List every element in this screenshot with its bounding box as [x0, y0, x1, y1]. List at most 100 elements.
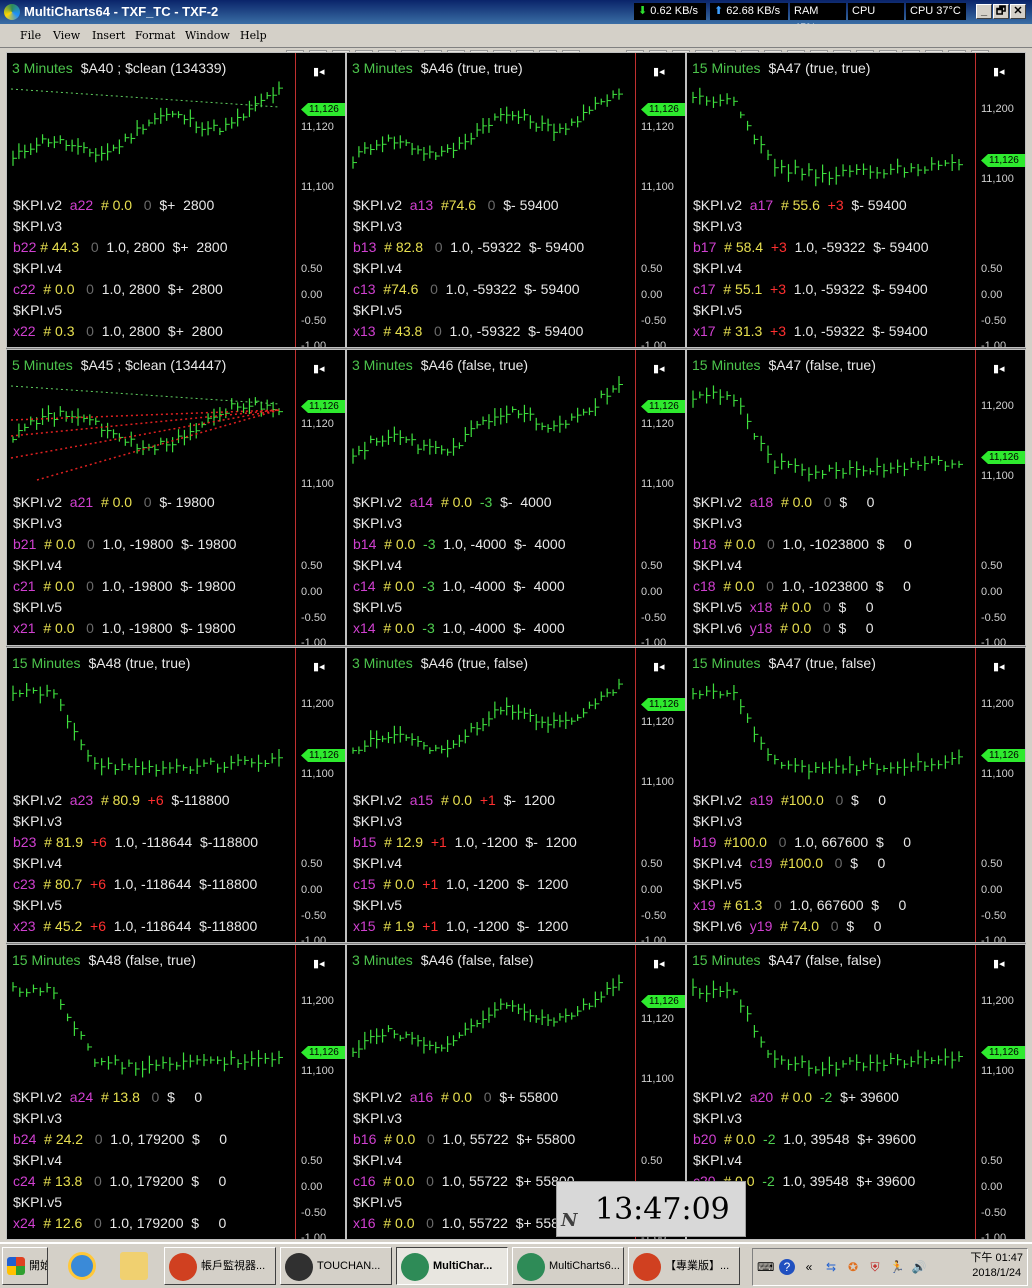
- expand-icon[interactable]: ▮◂: [653, 660, 665, 673]
- kpi-segment: $KPI.v4: [353, 557, 403, 573]
- price-chart[interactable]: [347, 648, 635, 788]
- menu-format[interactable]: Format: [135, 29, 175, 42]
- kpi-segment: 1.0, -19800 $- 19800: [93, 578, 236, 594]
- kpi-line: $KPI.v3: [353, 515, 402, 533]
- kpi-segment: 0: [754, 578, 774, 594]
- chart-pane[interactable]: 3 Minutes $A46 (false, true) ▮◂ 11,126 11,12…: [346, 349, 686, 646]
- price-scale-divider: [295, 53, 296, 347]
- expand-icon[interactable]: ▮◂: [653, 65, 665, 78]
- chart-pane[interactable]: 15 Minutes $A47 (true, true) ▮◂ 11,200 11,12…: [686, 52, 1026, 348]
- chart-pane[interactable]: 3 Minutes $A46 (true, true) ▮◂ 11,126 11,120…: [346, 52, 686, 348]
- keyboard-icon[interactable]: ⌨: [757, 1259, 774, 1275]
- kpi-line: $KPI.v3: [693, 218, 742, 236]
- kpi-segment: # 12.6: [35, 1215, 83, 1231]
- price-chart[interactable]: [7, 53, 295, 193]
- taskbar-button[interactable]: MultiCharts6...: [512, 1247, 624, 1285]
- expand-icon[interactable]: ▮◂: [993, 660, 1005, 673]
- kpi-segment: 1.0, 55722 $+ 55800: [434, 1131, 576, 1147]
- app-icon[interactable]: [4, 4, 20, 20]
- expand-icon[interactable]: ▮◂: [653, 362, 665, 375]
- price-chart[interactable]: [347, 350, 635, 490]
- tray-clock[interactable]: 下午 01:47 2018/1/24: [970, 1251, 1023, 1281]
- expand-icon[interactable]: ▮◂: [993, 362, 1005, 375]
- price-chart[interactable]: [687, 53, 975, 193]
- sub-tick-bottom: -1.00: [641, 340, 667, 348]
- chart-pane[interactable]: 5 Minutes $A45 ; $clean (134447) ▮◂ 11,126 1…: [6, 349, 346, 646]
- chart-pane[interactable]: 3 Minutes $A46 (true, false) ▮◂ 11,126 11,12…: [346, 647, 686, 943]
- chart-pane[interactable]: 15 Minutes $A47 (true, false) ▮◂ 11,200 11,1…: [686, 647, 1026, 943]
- start-button[interactable]: 開始: [2, 1247, 48, 1285]
- kpi-segment: 0: [83, 1131, 103, 1147]
- chart-pane[interactable]: 15 Minutes $A48 (false, true) ▮◂ 11,200 11,1…: [6, 944, 346, 1240]
- kpi-segment: $- 1200: [495, 792, 555, 808]
- taskbar-button[interactable]: TOUCHAN...: [280, 1247, 392, 1285]
- sub-tick-top: 0.50: [641, 560, 663, 572]
- chart-pane[interactable]: 15 Minutes $A48 (true, true) ▮◂ 11,200 11,12…: [6, 647, 346, 943]
- kpi-line: $KPI.v3: [13, 515, 62, 533]
- kpi-segment: # 82.8: [376, 239, 424, 255]
- kpi-line: $KPI.v2 a17 # 55.6 +3 $- 59400: [693, 197, 907, 215]
- kpi-segment: 0: [476, 197, 496, 213]
- kpi-line: $KPI.v5: [13, 1194, 62, 1212]
- kpi-segment: # 0.0: [93, 494, 133, 510]
- taskbar-button[interactable]: 【專業版】...: [628, 1247, 740, 1285]
- expand-icon[interactable]: «: [801, 1259, 817, 1275]
- price-chart[interactable]: [7, 648, 295, 788]
- taskbar-button[interactable]: MultiChar...: [396, 1247, 508, 1285]
- expand-icon[interactable]: ▮◂: [993, 957, 1005, 970]
- expand-icon[interactable]: ▮◂: [653, 957, 665, 970]
- kpi-segment: $KPI.v6: [693, 918, 743, 934]
- expand-icon[interactable]: ▮◂: [313, 65, 325, 78]
- last-price-tag: 11,126: [301, 103, 345, 116]
- kpi-segment: $KPI.v2: [13, 494, 63, 510]
- kpi-segment: 0: [823, 855, 843, 871]
- sub-tick-low: -0.50: [981, 612, 1007, 624]
- price-chart[interactable]: [347, 945, 635, 1085]
- menu-window[interactable]: Window: [185, 29, 230, 42]
- shield-icon[interactable]: ⛨: [867, 1259, 883, 1275]
- kpi-segment: # 12.9: [376, 834, 424, 850]
- help-icon[interactable]: ?: [779, 1259, 795, 1275]
- kpi-line: $KPI.v2 a20 # 0.0 -2 $+ 39600: [693, 1089, 899, 1107]
- kpi-segment: 0: [762, 897, 782, 913]
- chart-pane[interactable]: 3 Minutes $A40 ; $clean (134339) ▮◂ 11,126 1…: [6, 52, 346, 348]
- price-chart[interactable]: [687, 945, 975, 1085]
- minimize-button[interactable]: _: [976, 4, 992, 19]
- kpi-segment: # 0.0: [433, 494, 473, 510]
- taskbar-button[interactable]: 帳戶監視器...: [164, 1247, 276, 1285]
- sub-tick-low: -0.50: [301, 315, 327, 327]
- expand-icon[interactable]: ▮◂: [313, 660, 325, 673]
- kpi-segment: #74.6: [433, 197, 476, 213]
- network-icon[interactable]: ⇆: [823, 1259, 839, 1275]
- ie-quicklaunch[interactable]: [60, 1247, 104, 1285]
- person-icon[interactable]: 🏃: [889, 1259, 905, 1275]
- kpi-segment: $KPI.v3: [353, 218, 403, 234]
- price-chart[interactable]: [7, 350, 295, 490]
- kpi-segment: # 0.0: [716, 536, 756, 552]
- chart-pane[interactable]: 15 Minutes $A47 (false, true) ▮◂ 11,200 11,1…: [686, 349, 1026, 646]
- menu-insert[interactable]: Insert: [92, 29, 125, 42]
- kpi-segment: 0: [82, 1173, 102, 1189]
- expand-icon[interactable]: ▮◂: [313, 362, 325, 375]
- explorer-quicklaunch[interactable]: [112, 1247, 156, 1285]
- expand-icon[interactable]: ▮◂: [993, 65, 1005, 78]
- kpi-segment: $KPI.v4: [353, 855, 403, 871]
- menu-help[interactable]: Help: [240, 29, 267, 42]
- kpi-segment: 1.0, -1023800 $ 0: [773, 578, 911, 594]
- menu-file[interactable]: File: [20, 29, 41, 42]
- kpi-segment: # 0.0: [35, 578, 75, 594]
- restore-button[interactable]: 🗗: [993, 4, 1009, 19]
- kpi-segment: $KPI.v2: [693, 792, 743, 808]
- kpi-segment: # 0.0: [772, 599, 812, 615]
- price-chart[interactable]: [687, 648, 975, 788]
- price-chart[interactable]: [7, 945, 295, 1085]
- app-tray-icon[interactable]: ✪: [845, 1259, 861, 1275]
- menu-view[interactable]: View: [53, 29, 80, 42]
- expand-icon[interactable]: ▮◂: [313, 957, 325, 970]
- price-chart[interactable]: [687, 350, 975, 490]
- price-chart[interactable]: [347, 53, 635, 193]
- speaker-icon[interactable]: 🔊: [911, 1259, 927, 1275]
- kpi-segment: +3: [762, 281, 787, 297]
- close-button[interactable]: ✕: [1010, 4, 1026, 19]
- kpi-segment: $ 0: [830, 620, 874, 636]
